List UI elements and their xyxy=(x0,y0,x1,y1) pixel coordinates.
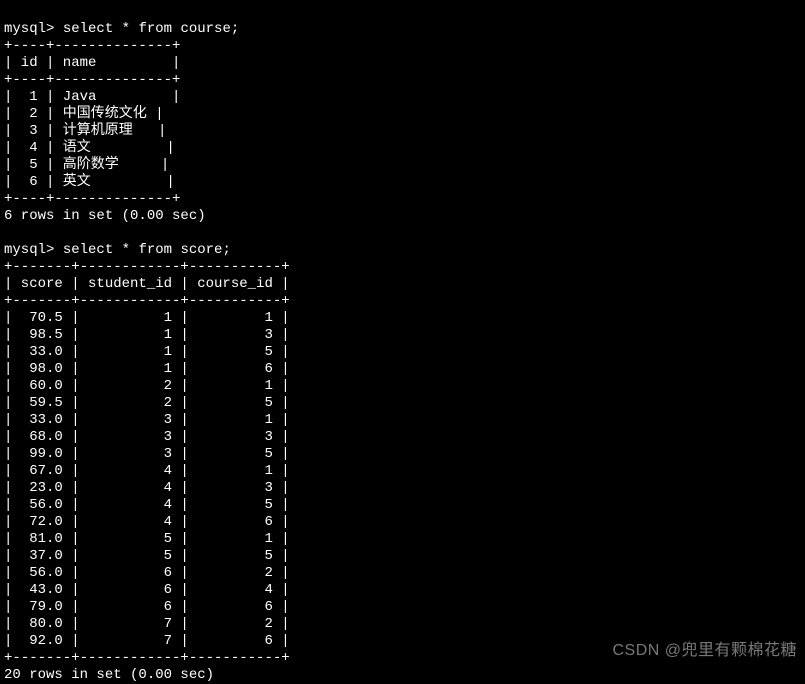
table1-header: | id | name | xyxy=(4,55,180,71)
table2-row: | 23.0 | 4 | 3 | xyxy=(4,480,290,496)
table2-row: | 80.0 | 7 | 2 | xyxy=(4,616,290,632)
table1-row: | 1 | Java | xyxy=(4,89,180,105)
table2-row: | 98.5 | 1 | 3 | xyxy=(4,327,290,343)
sql-command-2: select * from score; xyxy=(63,242,231,258)
csdn-watermark: CSDN @兜里有颗棉花糖 xyxy=(612,642,797,659)
table2-row: | 67.0 | 4 | 1 | xyxy=(4,463,290,479)
table2-row: | 81.0 | 5 | 1 | xyxy=(4,531,290,547)
table2-border-mid: +-------+------------+-----------+ xyxy=(4,293,290,309)
table2-row: | 56.0 | 4 | 5 | xyxy=(4,497,290,513)
table2-row: | 59.5 | 2 | 5 | xyxy=(4,395,290,411)
mysql-prompt: mysql> select * from score; xyxy=(4,242,231,258)
table1-border-top: +----+--------------+ xyxy=(4,38,180,54)
table1-row: | 5 | 高阶数学 | xyxy=(4,157,169,173)
table2-row: | 37.0 | 5 | 5 | xyxy=(4,548,290,564)
table2-row: | 60.0 | 2 | 1 | xyxy=(4,378,290,394)
table1-border-mid: +----+--------------+ xyxy=(4,72,180,88)
table1-row: | 2 | 中国传统文化 | xyxy=(4,106,164,122)
sql-command-1: select * from course; xyxy=(63,21,239,37)
table2-row: | 92.0 | 7 | 6 | xyxy=(4,633,290,649)
table2-row: | 56.0 | 6 | 2 | xyxy=(4,565,290,581)
table2-row: | 99.0 | 3 | 5 | xyxy=(4,446,290,462)
table2-border-bot: +-------+------------+-----------+ xyxy=(4,650,290,666)
table1-row: | 3 | 计算机原理 | xyxy=(4,123,166,139)
table2-border-top: +-------+------------+-----------+ xyxy=(4,259,290,275)
table2-header: | score | student_id | course_id | xyxy=(4,276,290,292)
table1-row: | 4 | 语文 | xyxy=(4,140,175,156)
table2-row: | 70.5 | 1 | 1 | xyxy=(4,310,290,326)
table2-row: | 72.0 | 4 | 6 | xyxy=(4,514,290,530)
table2-row: | 33.0 | 1 | 5 | xyxy=(4,344,290,360)
table2-row: | 79.0 | 6 | 6 | xyxy=(4,599,290,615)
table1-row: | 6 | 英文 | xyxy=(4,174,175,190)
table2-row: | 33.0 | 3 | 1 | xyxy=(4,412,290,428)
table2-row: | 98.0 | 1 | 6 | xyxy=(4,361,290,377)
table1-border-bot: +----+--------------+ xyxy=(4,191,180,207)
terminal-output: mysql> select * from course; +----+-----… xyxy=(4,4,801,684)
table1-summary: 6 rows in set (0.00 sec) xyxy=(4,208,206,224)
table2-row: | 68.0 | 3 | 3 | xyxy=(4,429,290,445)
table2-row: | 43.0 | 6 | 4 | xyxy=(4,582,290,598)
mysql-prompt: mysql> select * from course; xyxy=(4,21,239,37)
